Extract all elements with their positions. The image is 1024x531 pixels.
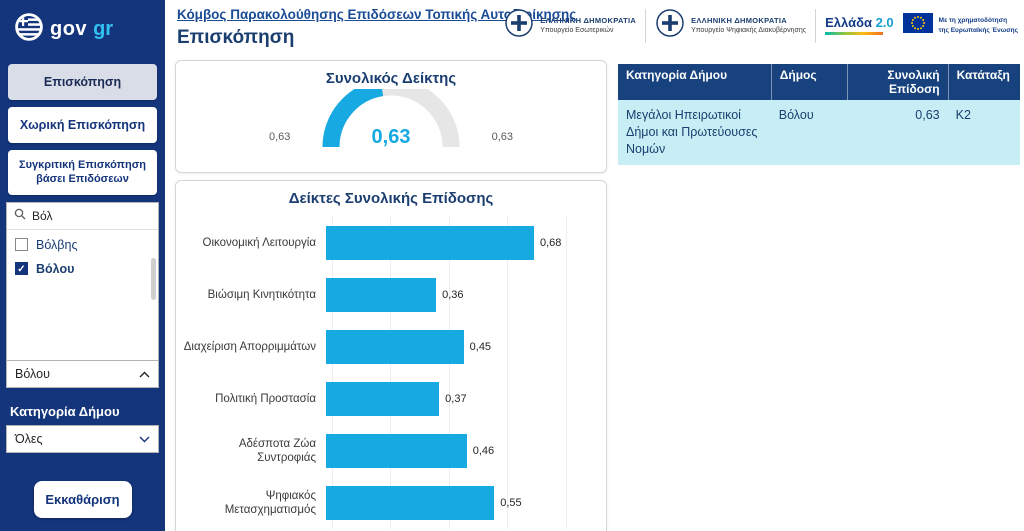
slicer-search-row xyxy=(7,203,158,230)
municipality-item[interactable]: Βόλβης xyxy=(7,233,158,257)
ministry-subtitle: Υπουργείο Εσωτερικών xyxy=(540,26,636,35)
municipality-item-label: Βόλου xyxy=(36,262,74,276)
gauge-chart: 0,63 0,63 0,63 xyxy=(241,87,541,151)
column-header: Κατάταξη xyxy=(948,64,1020,100)
bar-fill[interactable] xyxy=(326,382,439,416)
ministry-interior-logo: ΕΛΛΗΝΙΚΗ ΔΗΜΟΚΡΑΤΙΑ Υπουργείο Εσωτερικών xyxy=(504,8,636,43)
overall-index-card: Συνολικός Δείκτης 0,63 0,63 0,63 xyxy=(175,60,607,173)
greece-2-0-text: Ελλάδα xyxy=(825,15,875,30)
bar-chart: Οικονομική Λειτουργία 0,68 Βιώσιμη Κινητ… xyxy=(182,217,592,529)
divider xyxy=(815,9,816,43)
bar-category-label: Οικονομική Λειτουργία xyxy=(182,236,326,250)
bar-category-label: Βιώσιμη Κινητικότητα xyxy=(182,288,326,302)
bar-fill[interactable] xyxy=(326,226,534,260)
bar-category-label: Ψηφιακός Μετασχηματισμός xyxy=(182,489,326,518)
bar-value-label: 0,36 xyxy=(442,289,463,301)
bar-chart-title: Δείκτες Συνολικής Επίδοσης xyxy=(176,190,606,207)
column-header: Δήμος xyxy=(771,64,847,100)
cell-municipality: Βόλου xyxy=(771,100,847,165)
chevron-down-icon xyxy=(139,432,150,446)
sidebar: govgr Επισκόπηση Χωρική Επισκόπηση Συγκρ… xyxy=(0,0,165,531)
bar-row: Αδέσποτα Ζώα Συντροφιάς 0,46 xyxy=(182,425,592,477)
column-header: Συνολική Επίδοση xyxy=(847,64,948,100)
municipality-list: Βόλβης Βόλου xyxy=(7,230,158,360)
cell-rank: K2 xyxy=(948,100,1020,165)
hellenic-republic-emblem-icon xyxy=(504,8,534,43)
govgr-logo: govgr xyxy=(0,0,165,57)
scrollbar-thumb[interactable] xyxy=(151,258,156,300)
bar-value-label: 0,68 xyxy=(540,237,561,249)
bar-fill[interactable] xyxy=(326,330,464,364)
ministry-title: ΕΛΛΗΝΙΚΗ ΔΗΜΟΚΡΑΤΙΑ xyxy=(691,16,806,26)
gauge-value: 0,63 xyxy=(372,126,411,149)
bar-fill[interactable] xyxy=(326,278,436,312)
greek-emblem-icon xyxy=(14,12,44,47)
cell-score: 0,63 xyxy=(847,100,948,165)
bar-row: Βιώσιμη Κινητικότητα 0,36 xyxy=(182,269,592,321)
gauge-min-label: 0,63 xyxy=(269,131,290,143)
bar-value-label: 0,37 xyxy=(445,393,466,405)
bar-row: Ψηφιακός Μετασχηματισμός 0,55 xyxy=(182,477,592,529)
logo-text-gr: gr xyxy=(93,18,113,41)
gauge-title: Συνολικός Δείκτης xyxy=(176,70,606,87)
ranking-table: Κατηγορία Δήμου Δήμος Συνολική Επίδοση Κ… xyxy=(618,64,1020,165)
table-row[interactable]: Μεγάλοι Ηπειρωτικοί Δήμοι και Πρωτεύουσε… xyxy=(618,100,1020,165)
chevron-up-icon xyxy=(139,367,150,381)
bar-value-label: 0,46 xyxy=(473,445,494,457)
ministry-subtitle: Υπουργείο Ψηφιακής Διακυβέρνησης xyxy=(691,26,806,35)
bar-fill[interactable] xyxy=(326,486,494,520)
hellenic-republic-emblem-icon xyxy=(655,8,685,43)
bar-row: Οικονομική Λειτουργία 0,68 xyxy=(182,217,592,269)
bar-category-label: Διαχείριση Απορριμμάτων xyxy=(182,340,326,354)
header-logos: ΕΛΛΗΝΙΚΗ ΔΗΜΟΚΡΑΤΙΑ Υπουργείο Εσωτερικών… xyxy=(504,8,1018,43)
bar-fill[interactable] xyxy=(326,434,467,468)
bar-row: Πολιτική Προστασία 0,37 xyxy=(182,373,592,425)
municipality-slicer: Βόλβης Βόλου Βόλου xyxy=(6,202,159,388)
ministry-title: ΕΛΛΗΝΙΚΗ ΔΗΜΟΚΡΑΤΙΑ xyxy=(540,16,636,26)
slicer-selected-value: Βόλου xyxy=(15,367,50,381)
clear-filters-button[interactable]: Εκκαθάριση xyxy=(34,481,132,518)
performance-indicators-card: Δείκτες Συνολικής Επίδοσης Οικονομική Λε… xyxy=(175,180,607,531)
bar-category-label: Αδέσποτα Ζώα Συντροφιάς xyxy=(182,437,326,466)
gauge-max-label: 0,63 xyxy=(492,131,513,143)
bar-value-label: 0,45 xyxy=(470,341,491,353)
logo-text-gov: gov xyxy=(50,18,87,41)
greece-2-0-color-bar xyxy=(825,32,883,35)
main-content: Κόμβος Παρακολούθησης Επιδόσεων Τοπικής … xyxy=(165,0,1024,531)
greece-2-0-logo: Ελλάδα 2.0 xyxy=(825,15,894,37)
category-select[interactable]: Όλες xyxy=(6,425,159,453)
bar-row: Διαχείριση Απορριμμάτων 0,45 xyxy=(182,321,592,373)
search-icon xyxy=(14,207,26,225)
eu-flag-icon xyxy=(903,13,933,38)
eu-funding-line1: Με τη χρηματοδότηση xyxy=(939,16,1018,25)
checkbox-icon xyxy=(15,238,28,251)
municipality-search-input[interactable] xyxy=(32,209,151,223)
divider xyxy=(645,9,646,43)
bar-value-label: 0,55 xyxy=(500,497,521,509)
bar-category-label: Πολιτική Προστασία xyxy=(182,392,326,406)
category-filter-label: Κατηγορία Δήμου xyxy=(10,404,155,419)
table-header-row: Κατηγορία Δήμου Δήμος Συνολική Επίδοση Κ… xyxy=(618,64,1020,100)
eu-funding-logo: Με τη χρηματοδότηση της Ευρωπαϊκής Ένωση… xyxy=(903,13,1018,38)
greece-2-0-version: 2.0 xyxy=(876,15,894,30)
slicer-dropdown-header[interactable]: Βόλου xyxy=(7,360,158,387)
cell-category: Μεγάλοι Ηπειρωτικοί Δήμοι και Πρωτεύουσε… xyxy=(618,100,771,165)
nav-comparative-overview-button[interactable]: Συγκριτική Επισκόπηση βάσει Επιδόσεων xyxy=(8,150,157,195)
ministry-digital-logo: ΕΛΛΗΝΙΚΗ ΔΗΜΟΚΡΑΤΙΑ Υπουργείο Ψηφιακής Δ… xyxy=(655,8,806,43)
eu-funding-line2: της Ευρωπαϊκής Ένωσης xyxy=(939,26,1018,35)
category-select-value: Όλες xyxy=(15,432,43,446)
nav-spatial-overview-button[interactable]: Χωρική Επισκόπηση xyxy=(8,107,157,143)
municipality-item[interactable]: Βόλου xyxy=(7,257,158,281)
checkbox-icon xyxy=(15,262,28,275)
app-root: govgr Επισκόπηση Χωρική Επισκόπηση Συγκρ… xyxy=(0,0,1024,531)
municipality-item-label: Βόλβης xyxy=(36,238,77,252)
column-header: Κατηγορία Δήμου xyxy=(618,64,771,100)
nav-overview-button[interactable]: Επισκόπηση xyxy=(8,64,157,100)
